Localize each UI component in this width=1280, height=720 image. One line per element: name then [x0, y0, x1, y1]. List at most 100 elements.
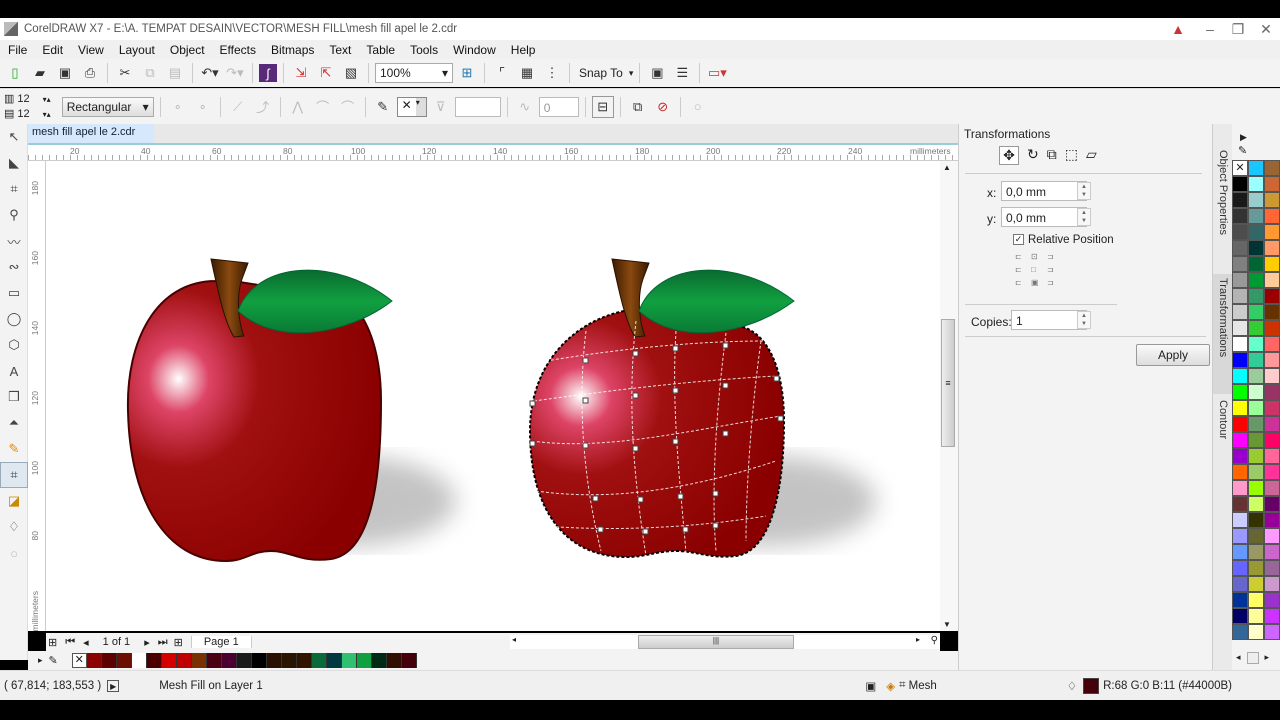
color-swatch[interactable] [1264, 192, 1280, 208]
add-page-icon[interactable]: ⊞ [48, 636, 57, 649]
node-transform-icon[interactable]: ⊟ [591, 95, 614, 118]
color-swatch[interactable] [1232, 192, 1248, 208]
color-swatch[interactable] [101, 653, 117, 668]
color-swatch[interactable] [1232, 400, 1248, 416]
color-swatch[interactable] [1264, 208, 1280, 224]
show-rulers-icon[interactable]: ⌜ [491, 62, 513, 84]
color-swatch[interactable] [1264, 256, 1280, 272]
menu-view[interactable]: View [78, 43, 104, 57]
color-swatch[interactable] [251, 653, 267, 668]
color-swatch[interactable] [1248, 368, 1264, 384]
new-document-icon[interactable]: ▯ [4, 62, 26, 84]
color-swatch[interactable] [1248, 560, 1264, 576]
y-spinner[interactable]: ▲ ▼ [1077, 208, 1091, 226]
menu-help[interactable]: Help [511, 43, 536, 57]
snap-to-dropdown[interactable]: Snap To [579, 66, 623, 80]
color-swatch[interactable] [1264, 432, 1280, 448]
restore-button[interactable]: ❐ [1224, 18, 1252, 40]
scroll-left-icon[interactable]: ◂ [512, 635, 516, 644]
color-swatch[interactable] [1248, 272, 1264, 288]
color-swatch[interactable] [236, 653, 252, 668]
color-swatch[interactable] [1232, 352, 1248, 368]
drawing-canvas[interactable] [46, 161, 940, 631]
palette-eyedropper-icon[interactable]: ✎ [1238, 144, 1247, 157]
copies-field[interactable]: 1 [1011, 310, 1087, 330]
scroll-right-icon[interactable]: ▸ [916, 635, 920, 644]
paste-icon[interactable]: ▤ [164, 62, 186, 84]
clear-mesh-icon[interactable]: ⊘ [652, 96, 674, 118]
color-swatch[interactable] [206, 653, 222, 668]
color-swatch[interactable] [1248, 624, 1264, 640]
redo-icon[interactable]: ↷▾ [224, 62, 246, 84]
color-swatch[interactable] [1264, 336, 1280, 352]
color-swatch[interactable] [1264, 240, 1280, 256]
tab-transformations[interactable]: Transformations [1213, 274, 1233, 394]
color-swatch[interactable] [1264, 272, 1280, 288]
vertical-scrollbar[interactable]: ▲ ≡ ▼ [940, 161, 958, 631]
spin-icon[interactable]: ▾▴ [43, 92, 51, 107]
tab-document[interactable]: mesh fill apel le 2.cdr [28, 124, 154, 143]
to-curve-icon[interactable]: ⤴ [252, 96, 274, 118]
undo-icon[interactable]: ↶▾ [199, 62, 221, 84]
color-swatch[interactable] [1232, 384, 1248, 400]
prev-page-icon[interactable]: ◂ [83, 636, 89, 649]
color-swatch[interactable] [1248, 288, 1264, 304]
mesh-fill-tool-icon[interactable]: ⌗ [0, 462, 28, 488]
tab-object-properties[interactable]: Object Properties [1213, 146, 1233, 276]
menu-bitmaps[interactable]: Bitmaps [271, 43, 314, 57]
color-swatch[interactable] [1248, 448, 1264, 464]
color-swatch[interactable] [1232, 208, 1248, 224]
minimize-button[interactable]: – [1196, 18, 1224, 40]
color-swatch[interactable] [1232, 304, 1248, 320]
polygon-tool-icon[interactable]: ⬡ [0, 332, 28, 358]
color-swatch[interactable] [1264, 368, 1280, 384]
open-icon[interactable]: ▰ [29, 62, 51, 84]
color-swatch[interactable] [1232, 368, 1248, 384]
skew-icon[interactable]: ▱ [1086, 146, 1097, 165]
color-swatch[interactable] [296, 653, 312, 668]
color-swatch[interactable] [371, 653, 387, 668]
welcome-screen-icon[interactable]: ▭▾ [706, 62, 728, 84]
color-swatch[interactable] [1232, 608, 1248, 624]
color-swatch[interactable] [1248, 608, 1264, 624]
swatch-no-color[interactable]: ✕ [1232, 160, 1248, 176]
color-swatch[interactable] [161, 653, 177, 668]
color-swatch[interactable] [1248, 208, 1264, 224]
menu-window[interactable]: Window [453, 43, 496, 57]
color-swatch[interactable] [1264, 288, 1280, 304]
color-swatch[interactable] [1264, 608, 1280, 624]
save-icon[interactable]: ▣ [54, 62, 76, 84]
color-swatch[interactable] [1232, 432, 1248, 448]
color-swatch[interactable] [1232, 448, 1248, 464]
transparency-tool-icon[interactable]: ⏶ [0, 410, 28, 436]
rotate-icon[interactable]: ↻ [1027, 146, 1039, 165]
color-swatch[interactable] [1232, 288, 1248, 304]
print-icon[interactable]: ⎙ [79, 62, 101, 84]
last-page-icon[interactable]: ⏭ [158, 636, 168, 649]
scroll-thumb[interactable]: ≡ [941, 319, 955, 447]
spin-icon[interactable]: ▾▴ [43, 107, 51, 122]
color-swatch[interactable] [1232, 624, 1248, 640]
user-account-icon[interactable]: ▲ [1164, 18, 1192, 40]
show-grid-icon[interactable]: ▦ [516, 62, 538, 84]
clip-mesh-icon[interactable]: ⧉ [627, 96, 649, 118]
color-swatch[interactable] [146, 653, 162, 668]
apple-left[interactable] [126, 258, 456, 563]
color-swatch[interactable] [1248, 224, 1264, 240]
application-launcher-icon[interactable]: ☰ [671, 62, 693, 84]
show-guidelines-icon[interactable]: ⋮ [541, 62, 563, 84]
color-swatch[interactable] [1232, 464, 1248, 480]
scroll-down-icon[interactable]: ▼ [943, 620, 951, 629]
scroll-thumb[interactable]: ||| [638, 635, 794, 649]
color-swatch[interactable] [1232, 576, 1248, 592]
color-swatch[interactable] [1264, 176, 1280, 192]
color-swatch[interactable] [1264, 576, 1280, 592]
color-swatch[interactable] [131, 653, 147, 668]
to-line-icon[interactable]: ⟋ [227, 96, 249, 118]
smooth-node-icon[interactable]: ⌒ [312, 96, 334, 118]
anchor-grid[interactable]: ⊏ ⊡ ⊐ ⊏ □ ⊐ ⊏ ▣ ⊐ [1015, 252, 1063, 287]
color-swatch[interactable] [1264, 560, 1280, 576]
color-swatch[interactable] [1264, 592, 1280, 608]
color-swatch[interactable] [401, 653, 417, 668]
size-icon[interactable]: ⬚ [1065, 146, 1078, 165]
